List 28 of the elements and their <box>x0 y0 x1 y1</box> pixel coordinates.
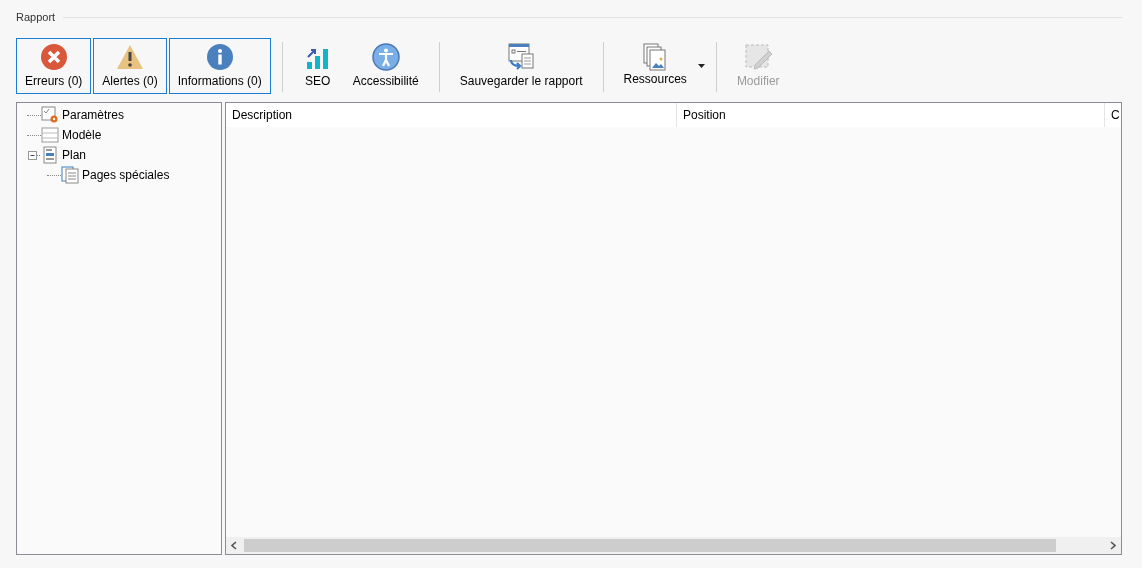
tree-item[interactable]: Modèle <box>62 128 102 142</box>
layout-icon <box>41 126 59 144</box>
column-header[interactable]: C <box>1105 103 1121 127</box>
scroll-right-icon[interactable] <box>1110 541 1116 550</box>
toolbar-button[interactable]: Accessibilité <box>343 38 428 94</box>
column-header[interactable]: Description <box>226 103 677 127</box>
edit-icon <box>743 42 774 72</box>
scrollbar-thumb[interactable] <box>244 539 1056 552</box>
filter-toggle-button[interactable]: Informations (0) <box>168 38 271 94</box>
toolbar-button[interactable]: Ressources <box>614 38 696 92</box>
report-save-icon <box>506 42 537 72</box>
dropdown-caret-icon[interactable] <box>697 64 705 68</box>
toolbar-button[interactable]: SEO <box>293 38 342 94</box>
accessibility-icon <box>370 42 401 72</box>
collapse-icon[interactable] <box>27 148 41 162</box>
error-icon <box>38 42 69 72</box>
horizontal-scrollbar[interactable] <box>226 537 1121 554</box>
toolbar-button[interactable]: Sauvegarder le rapport <box>450 38 592 94</box>
info-icon <box>204 42 235 72</box>
filter-toggle-button[interactable]: Alertes (0) <box>93 38 167 94</box>
filter-toggle-button[interactable]: Erreurs (0) <box>16 38 92 94</box>
column-header[interactable]: Position <box>677 103 1105 127</box>
tree-item[interactable]: Pages spéciales <box>82 168 170 182</box>
tree-item[interactable]: Plan <box>62 148 87 162</box>
group-title: Rapport <box>16 11 56 23</box>
outline-icon <box>41 146 59 164</box>
scroll-left-icon[interactable] <box>231 541 237 550</box>
tree-item[interactable]: Paramètres <box>62 108 125 122</box>
